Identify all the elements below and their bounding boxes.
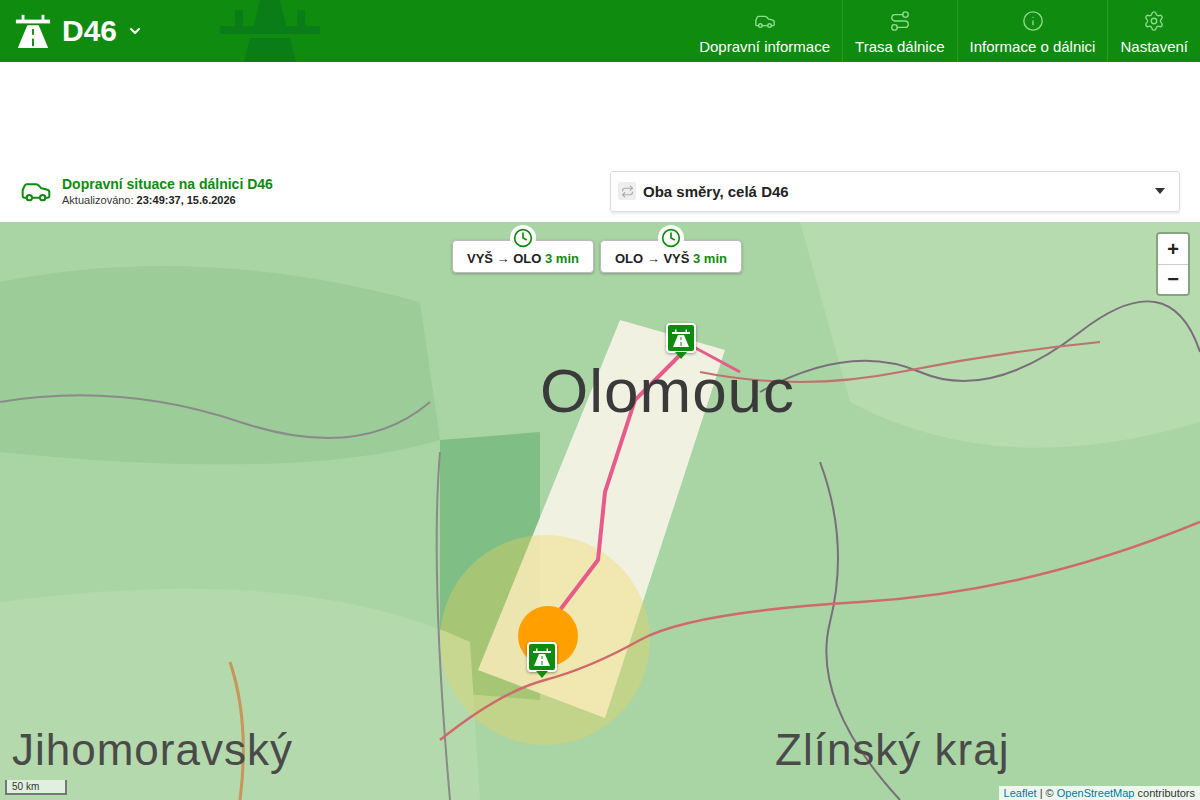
car-icon <box>754 10 776 32</box>
route-icon <box>889 10 911 32</box>
swap-icon <box>618 182 636 200</box>
highway-pin[interactable] <box>666 323 696 353</box>
osm-link[interactable]: OpenStreetMap <box>1057 787 1135 799</box>
travel-times: VYŠ → OLO 3 minOLO → VYŠ 3 min <box>452 240 742 273</box>
leaflet-link[interactable]: Leaflet <box>1004 787 1037 799</box>
status-title: Dopravní situace na dálnici D46 <box>62 176 273 192</box>
clock-icon <box>658 225 684 251</box>
travel-time-badge[interactable]: OLO → VYŠ 3 min <box>600 240 742 273</box>
map-label: Olomouc <box>540 360 795 422</box>
nav-item[interactable]: Nastavení <box>1107 0 1200 62</box>
map-attribution: Leaflet | © OpenStreetMap contributors <box>999 786 1200 800</box>
map-tiles <box>0 222 1200 800</box>
status-row: Dopravní situace na dálnici D46 Aktualizo… <box>0 160 1200 222</box>
ad-space <box>0 62 1200 160</box>
zoom-out-button[interactable]: − <box>1158 264 1188 294</box>
page: D46 Dopravní informaceTrasa dálniceInform… <box>0 0 1200 800</box>
nav-item[interactable]: Dopravní informace <box>687 0 842 62</box>
car-icon <box>20 175 52 207</box>
status-updated: Aktualizováno: 23:49:37, 15.6.2026 <box>62 194 273 206</box>
caret-down-icon <box>1155 188 1165 194</box>
gear-icon <box>1143 10 1165 32</box>
map-label: Zlínský kraj <box>775 728 1009 772</box>
nav-item[interactable]: Trasa dálnice <box>842 0 957 62</box>
zoom-in-button[interactable]: + <box>1158 234 1188 264</box>
chevron-down-icon[interactable] <box>127 23 143 39</box>
highway-watermark-icon <box>220 0 320 62</box>
highway-pin-icon <box>532 647 552 667</box>
header: D46 Dopravní informaceTrasa dálniceInform… <box>0 0 1200 62</box>
map-scale: 50 km <box>5 780 67 795</box>
highway-pin[interactable] <box>527 642 557 672</box>
highway-logo-icon <box>14 12 52 50</box>
info-icon <box>1022 10 1044 32</box>
map[interactable]: Olomouc Zlínský kraj Jihomoravský VYŠ → OLO… <box>0 222 1200 800</box>
brand-title[interactable]: D46 <box>62 14 117 48</box>
direction-select[interactable]: Oba směry, celá D46 <box>610 171 1180 212</box>
highway-pin-icon <box>671 328 691 348</box>
brand[interactable]: D46 <box>0 0 143 62</box>
travel-time-badge[interactable]: VYŠ → OLO 3 min <box>452 240 594 273</box>
clock-icon <box>510 225 536 251</box>
map-label: Jihomoravský <box>12 728 293 772</box>
nav-item[interactable]: Informace o dálnici <box>957 0 1108 62</box>
zoom-control: +− <box>1156 232 1190 296</box>
main-nav: Dopravní informaceTrasa dálniceInformace… <box>687 0 1200 62</box>
